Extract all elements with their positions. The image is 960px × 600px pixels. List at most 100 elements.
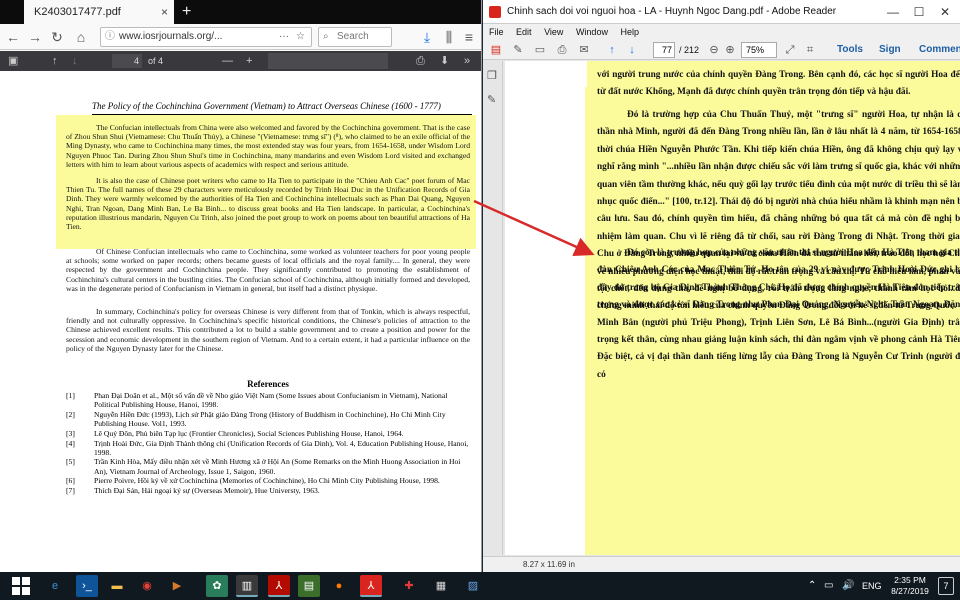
action-center-button[interactable]: 7 <box>938 577 954 595</box>
notepad-icon[interactable]: ▤ <box>298 575 320 597</box>
start-button[interactable] <box>12 577 30 595</box>
page-size: 8.27 x 11.69 in <box>523 560 575 569</box>
puzzle-app-icon[interactable]: ✚ <box>398 575 420 597</box>
tools-icon[interactable]: » <box>464 53 470 69</box>
file-explorer-icon[interactable]: ▬ <box>106 575 128 597</box>
app-icon[interactable]: ✿ <box>206 575 228 597</box>
search-input[interactable]: ⌕ Search <box>318 27 392 47</box>
menu-edit[interactable]: Edit <box>516 27 532 37</box>
sidebar-toggle-icon[interactable]: ▣ <box>8 53 18 69</box>
ref-number: [1] <box>66 391 75 400</box>
back-icon[interactable]: ← <box>4 27 22 47</box>
print-icon[interactable]: ⎙ <box>555 43 569 57</box>
next-page-icon[interactable]: ↓ <box>625 43 639 57</box>
close-button[interactable]: ✕ <box>932 0 958 24</box>
attachment-icon[interactable]: ✎ <box>487 93 496 106</box>
downloads-icon[interactable]: ⤓ <box>418 27 436 47</box>
home-icon[interactable]: ⌂ <box>72 27 90 47</box>
url-text: www.iosrjournals.org/... <box>119 31 223 42</box>
reader-toolbar: ▤ ✎ ▭ ⎙ ✉ ↑ ↓ 77 / 212 ⊖ ⊕ 75% ⤢ ⌗ Tools… <box>483 40 960 60</box>
photos-icon[interactable]: ▨ <box>462 575 484 597</box>
ref-text: Trần Kinh Hòa, Mấy điều nhận xét về Minh… <box>94 457 461 476</box>
ref-text: Trịnh Hoài Đức, Gia Định Thành thông chí… <box>94 438 469 457</box>
input-language[interactable]: ENG <box>862 572 882 600</box>
zoom-select[interactable] <box>268 53 388 69</box>
references-list: [1] Phan Đại Doãn et al., Một số vấn đề v… <box>66 391 470 496</box>
info-icon[interactable]: ⓘ <box>105 28 115 46</box>
comment-pane-button[interactable]: Comment <box>919 42 960 58</box>
references-heading: References <box>247 379 289 389</box>
tab-close-icon[interactable]: × <box>161 0 168 24</box>
tools-pane-button[interactable]: Tools <box>837 42 863 58</box>
menu-window[interactable]: Window <box>576 27 608 37</box>
powershell-icon[interactable]: ›_ <box>76 575 98 597</box>
ref-text: Thích Đại Sán, Hải ngoại ký sự (Overseas… <box>94 486 320 496</box>
page-number-input[interactable]: 4 <box>112 54 142 68</box>
library-icon[interactable]: ⫼ <box>440 27 458 47</box>
next-page-icon[interactable]: ↓ <box>72 53 78 69</box>
menu-view[interactable]: View <box>544 27 563 37</box>
pdf-page: The Policy of the Cochinchina Government… <box>0 71 481 572</box>
chrome-icon[interactable]: ◉ <box>136 575 158 597</box>
page-thumbnails-icon[interactable]: ❐ <box>487 69 497 82</box>
reload-icon[interactable]: ↻ <box>48 27 66 47</box>
firefox-window: K2403017477.pdf × + ← → ↻ ⌂ ⓘ www.iosrjo… <box>0 0 482 572</box>
windows-taskbar: e ›_ ▬ ◉ ▶ ✿ ▥ ⅄ ▤ ● ⅄ ✚ ▦ ▨ ⌃ ▭ 🔊 ENG 2… <box>0 572 960 600</box>
ref-number: [6] <box>66 476 75 486</box>
reader-title-bar: Chinh sach doi voi nguoi hoa - LA - Huyn… <box>483 0 960 24</box>
reference-item: [5] Trần Kinh Hòa, Mấy điều nhận xét về M… <box>66 457 470 475</box>
email-icon[interactable]: ✉ <box>577 43 591 57</box>
tray-chevron-icon[interactable]: ⌃ <box>808 572 816 600</box>
ref-text: Nguyễn Hiền Đức (1993), Lịch sử Phật giá… <box>94 409 446 429</box>
download-pdf-icon[interactable]: ⬇ <box>440 53 449 69</box>
page-count: of 4 <box>148 56 164 66</box>
calculator-icon[interactable]: ▦ <box>430 575 452 597</box>
volume-icon[interactable]: 🔊 <box>842 572 854 600</box>
bookmark-star-icon[interactable]: ☆ <box>296 28 305 46</box>
browser-tab[interactable]: K2403017477.pdf × <box>24 0 174 24</box>
reference-item: [2] Nguyễn Hiền Đức (1993), Lịch sử Phật … <box>66 410 470 428</box>
navigation-pane: ❐ ✎ <box>483 61 503 555</box>
minimize-button[interactable]: — <box>880 0 906 24</box>
maximize-button[interactable]: ☐ <box>906 0 932 24</box>
ie-icon[interactable]: e <box>44 575 66 597</box>
menu-file[interactable]: File <box>489 27 504 37</box>
menu-help[interactable]: Help <box>620 27 639 37</box>
reader-menu-bar: File Edit View Window Help <box>483 24 960 40</box>
firefox-icon[interactable]: ● <box>328 575 350 597</box>
more-icon[interactable]: ··· <box>279 28 289 46</box>
running-header: The Policy of the Cochinchina Government… <box>92 101 472 115</box>
print-icon[interactable]: ⎙ <box>416 53 425 69</box>
prev-page-icon[interactable]: ↑ <box>605 43 619 57</box>
media-player-icon[interactable]: ▶ <box>166 575 188 597</box>
page-number-input[interactable]: 77 <box>653 42 675 58</box>
pdf-file-icon <box>489 6 501 18</box>
zoom-out-icon[interactable]: ⊖ <box>707 43 721 57</box>
new-tab-button[interactable]: + <box>182 1 191 23</box>
open-file-icon[interactable]: ▤ <box>489 43 503 57</box>
save-icon[interactable]: ▭ <box>533 43 547 57</box>
reference-item: [1] Phan Đại Doãn et al., Một số vấn đề v… <box>66 391 470 409</box>
acrobat-icon[interactable]: ⅄ <box>268 575 290 597</box>
prev-page-icon[interactable]: ↑ <box>52 53 58 69</box>
fit-page-icon[interactable]: ⤢ <box>783 43 797 57</box>
create-icon[interactable]: ✎ <box>511 43 525 57</box>
sign-pane-button[interactable]: Sign <box>879 42 901 58</box>
url-bar[interactable]: ⓘ www.iosrjournals.org/... ··· ☆ <box>100 27 312 47</box>
paragraph: Đó còn là trường hợp của những văn nhân … <box>597 248 960 380</box>
windows-logo-part <box>12 587 20 595</box>
ref-text: Phan Đại Doãn et al., Một số vấn đề về N… <box>94 391 448 410</box>
zoom-input[interactable]: 75% <box>741 42 777 58</box>
windows-logo-part <box>22 587 30 595</box>
firefox-nav-bar: ← → ↻ ⌂ ⓘ www.iosrjournals.org/... ··· ☆… <box>0 24 481 50</box>
markup-icon[interactable]: ⌗ <box>803 43 817 57</box>
zoom-in-icon[interactable]: ⊕ <box>723 43 737 57</box>
network-icon[interactable]: ▭ <box>824 572 833 600</box>
menu-icon[interactable]: ≡ <box>460 27 478 47</box>
forward-icon[interactable]: → <box>26 27 44 47</box>
acrobat-reader-icon[interactable]: ⅄ <box>360 575 382 597</box>
system-clock[interactable]: 2:35 PM 8/27/2019 <box>886 575 934 597</box>
task-view-icon[interactable]: ▥ <box>236 575 258 597</box>
zoom-in-button[interactable]: + <box>246 53 252 69</box>
zoom-out-button[interactable]: — <box>222 53 233 69</box>
